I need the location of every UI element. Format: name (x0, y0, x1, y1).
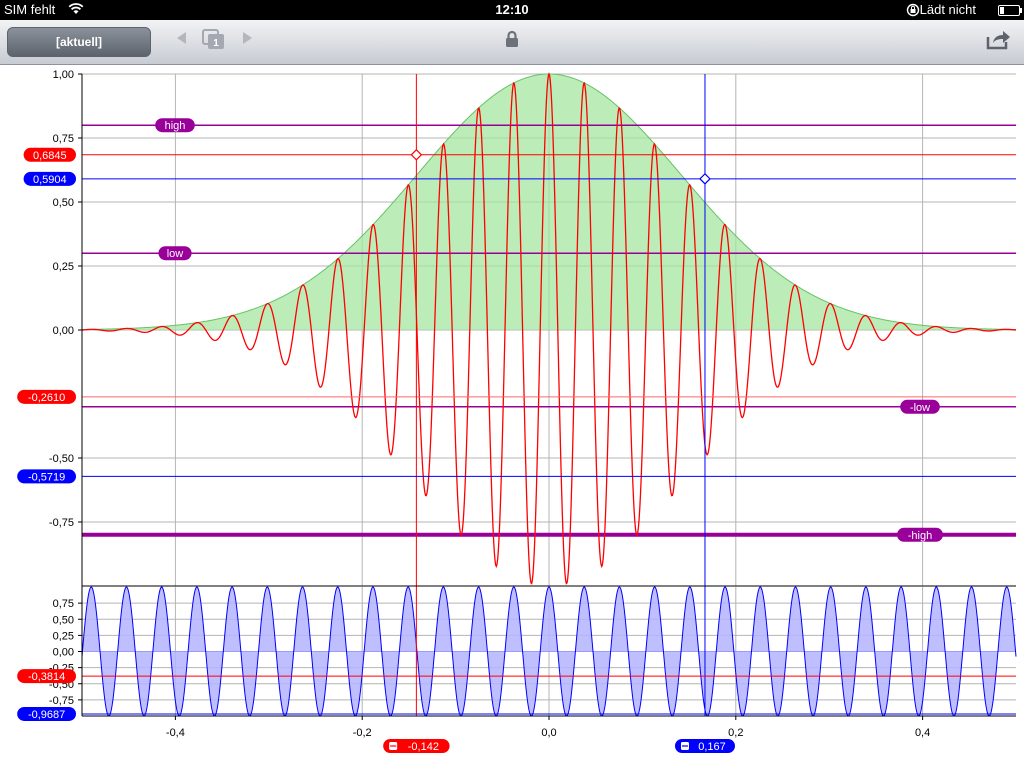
x-tick-label: -0,4 (166, 727, 185, 739)
y-tick-label: 1,00 (53, 69, 74, 81)
y-tick-label: 0,50 (53, 614, 74, 626)
y-tick-label: 0,75 (53, 598, 74, 610)
badge-text: -0,9687 (28, 709, 65, 721)
x-cursor-badge: 0,167 (674, 739, 735, 753)
y-tick-label: 0,00 (53, 647, 74, 659)
top-y-tick-labels: 1,00 0,75 0,50 0,25 0,00 -0,50 -0,75 (49, 69, 82, 529)
threshold-label: high (155, 118, 195, 133)
x-tick-label: -0,2 (353, 727, 372, 739)
badge-text: 0,6845 (33, 150, 67, 162)
x-tick-label: 0,2 (728, 727, 743, 739)
badge-text: -0,142 (408, 741, 439, 753)
cursor-value-badge: -0,2610 (17, 389, 76, 404)
x-tick-label: 0,4 (915, 727, 930, 739)
cursor-value-badge: -0,5719 (17, 469, 76, 484)
y-tick-label: -0,50 (49, 453, 74, 465)
x-tick-label: 0,0 (541, 727, 556, 739)
x-cursor-badge: -0,142 (383, 739, 450, 753)
cursor-marker (410, 148, 423, 161)
y-tick-label: 0,00 (53, 325, 74, 337)
cursor-marker (699, 173, 711, 185)
y-tick-label: 0,25 (53, 261, 74, 273)
badge-text: high (165, 120, 186, 132)
badge-text: low (167, 248, 184, 260)
x-tick-labels: -0,4 -0,2 0,0 0,2 0,4 (166, 716, 930, 739)
cursor-value-badge: -0,3814 (17, 669, 76, 684)
y-tick-label: 0,50 (53, 197, 74, 209)
threshold-label: -high (897, 527, 943, 542)
badge-text: 0,167 (698, 741, 726, 753)
y-tick-label: 0,25 (53, 630, 74, 642)
badge-text: 0,5904 (33, 174, 67, 186)
cursor-value-badge: 0,6845 (23, 147, 77, 162)
badge-text: -0,2610 (28, 392, 65, 404)
badge-text: -high (908, 530, 932, 542)
threshold-label: low (158, 246, 192, 261)
cursor-value-badge: 0,5904 (23, 171, 77, 186)
y-tick-label: -0,75 (49, 517, 74, 529)
badge-text: -0,3814 (28, 671, 65, 683)
badge-text: -low (910, 402, 930, 414)
y-tick-label: -0,75 (49, 695, 74, 707)
threshold-label: -low (900, 399, 940, 414)
bottom-y-tick-labels: 0,750,500,250,00-0,25-0,50-0,75 (49, 598, 82, 707)
chart[interactable]: 1,00 0,75 0,50 0,25 0,00 -0,50 -0,75 0,75 0,50 0… (0, 0, 1024, 768)
cursor-value-badge: -0,9687 (17, 706, 76, 721)
y-tick-label: 0,75 (53, 133, 74, 145)
badge-text: -0,5719 (28, 471, 65, 483)
